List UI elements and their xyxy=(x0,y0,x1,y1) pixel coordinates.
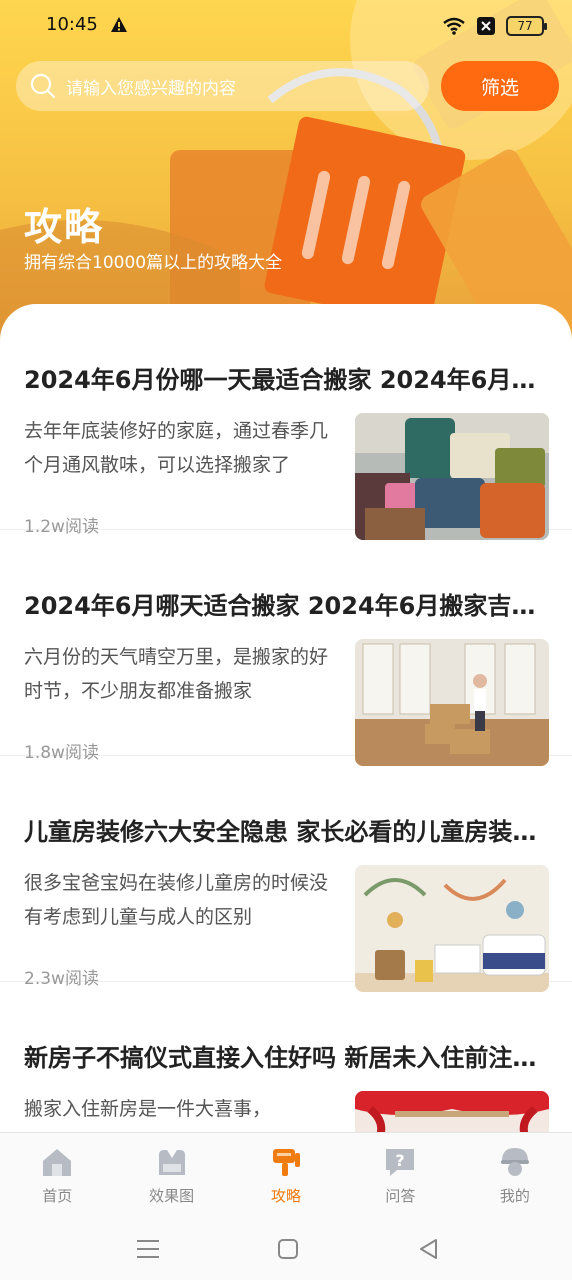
menu-icon[interactable] xyxy=(135,1236,161,1262)
page-subtitle: 拥有综合10000篇以上的攻略大全 xyxy=(24,253,283,273)
tab-label: 我的 xyxy=(499,1187,530,1205)
tab-label: 攻略 xyxy=(271,1187,302,1205)
article-title: 新房子不搞仪式直接入住好吗 新居未入住前注意事项 xyxy=(24,1044,548,1072)
home-icon xyxy=(43,1149,72,1176)
article-summary: 搬家入住新房是一件大喜事， xyxy=(24,1098,272,1120)
search-placeholder: 请输入您感兴趣的内容 xyxy=(66,78,236,99)
back-icon[interactable] xyxy=(416,1236,442,1262)
article-title: 2024年6月份哪一天最适合搬家 2024年6月份搬家黄道吉日 xyxy=(24,366,548,394)
article-summary: 六月份的天气晴空万里，是搬家的好时节，不少朋友都准备搬家 xyxy=(24,646,329,702)
article-summary: 去年年底装修好的家庭，通过春季几个月通风散味，可以选择搬家了 xyxy=(24,420,329,476)
profile-icon xyxy=(500,1148,529,1176)
article-item[interactable]: 2024年6月哪天适合搬家 2024年6月搬家吉日一览 六月份的天气晴空万里，是… xyxy=(0,530,572,766)
filter-button[interactable]: 筛选 xyxy=(441,61,559,111)
article-thumbnail xyxy=(355,639,549,766)
article-thumbnail xyxy=(355,413,549,540)
article-thumbnail xyxy=(355,1091,549,1132)
tab-label: 效果图 xyxy=(149,1187,195,1205)
search-input[interactable]: 请输入您感兴趣的内容 xyxy=(16,61,429,111)
article-summary: 很多宝爸宝妈在装修儿童房的时候没有考虑到儿童与成人的区别 xyxy=(24,872,329,928)
system-nav-bar xyxy=(0,1218,572,1280)
guide-icon xyxy=(273,1149,301,1176)
article-list[interactable]: 2024年6月份哪一天最适合搬家 2024年6月份搬家黄道吉日 去年年底装修好的… xyxy=(0,304,572,1132)
bottom-tab-bar: 首页 效果图 攻略 ? 问答 我的 xyxy=(0,1132,572,1218)
qa-icon: ? xyxy=(386,1149,415,1176)
warning-icon xyxy=(111,17,127,32)
tab-qa[interactable]: ? 问答 xyxy=(343,1133,457,1218)
tab-profile[interactable]: 我的 xyxy=(458,1133,572,1218)
article-thumbnail xyxy=(355,865,549,992)
tab-label: 问答 xyxy=(385,1187,416,1205)
battery-indicator: 77 xyxy=(506,16,547,36)
status-bar: 10:45 77 xyxy=(0,0,572,52)
tab-gallery[interactable]: 效果图 xyxy=(114,1133,228,1218)
status-indicators: 77 xyxy=(442,14,547,38)
status-time: 10:45 xyxy=(46,14,98,35)
tab-guide[interactable]: 攻略 xyxy=(229,1133,343,1218)
article-title: 儿童房装修六大安全隐患 家长必看的儿童房装修知识 xyxy=(24,818,548,846)
article-item[interactable]: 儿童房装修六大安全隐患 家长必看的儿童房装修知识 很多宝爸宝妈在装修儿童房的时候… xyxy=(0,756,572,992)
sim-off-icon xyxy=(477,17,495,35)
tab-label: 首页 xyxy=(42,1187,73,1205)
search-icon xyxy=(30,73,56,99)
article-item[interactable]: 新房子不搞仪式直接入住好吗 新居未入住前注意事项 搬家入住新房是一件大喜事， xyxy=(0,982,572,1132)
home-button-icon[interactable] xyxy=(275,1236,301,1262)
article-item[interactable]: 2024年6月份哪一天最适合搬家 2024年6月份搬家黄道吉日 去年年底装修好的… xyxy=(0,304,572,540)
wifi-icon xyxy=(443,17,465,35)
page-title: 攻略 xyxy=(24,205,105,249)
article-title: 2024年6月哪天适合搬家 2024年6月搬家吉日一览 xyxy=(24,592,548,620)
tab-home[interactable]: 首页 xyxy=(0,1133,114,1218)
svg-text:?: ? xyxy=(396,1151,405,1170)
gallery-icon xyxy=(158,1150,185,1175)
